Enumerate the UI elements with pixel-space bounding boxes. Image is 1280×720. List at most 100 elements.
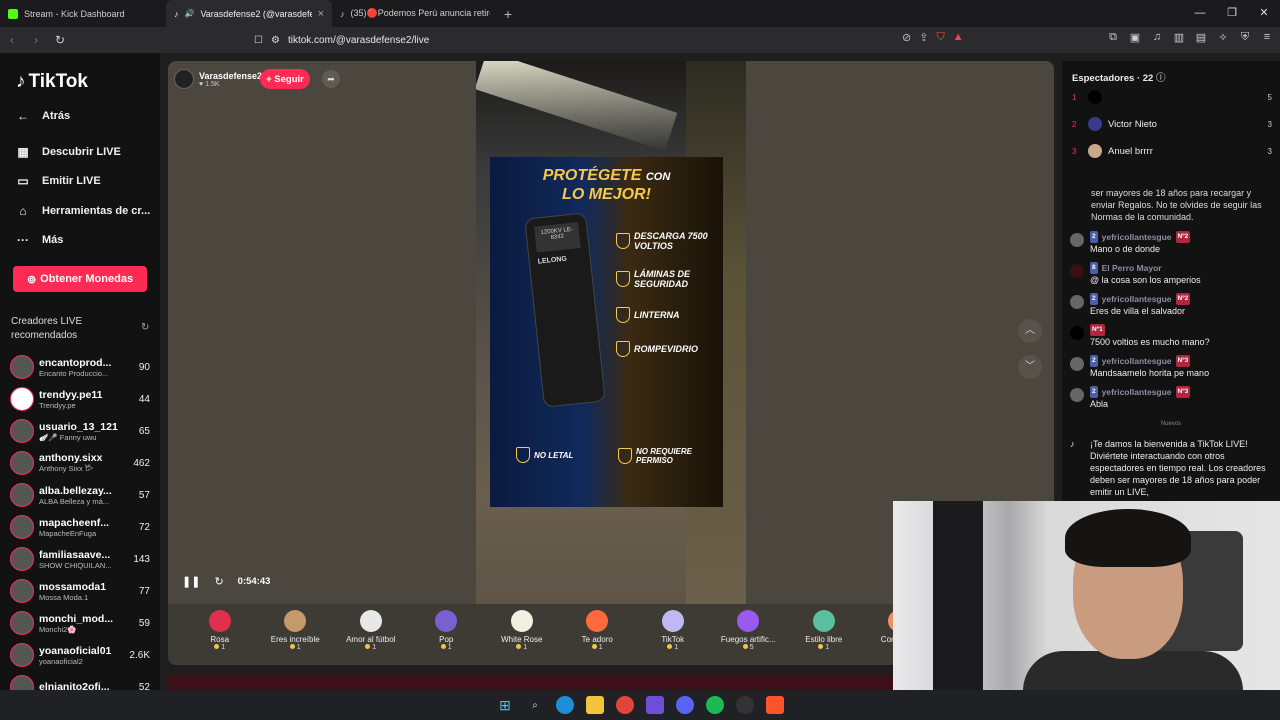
gift-item[interactable]: Amor al fútbol 1 — [333, 604, 409, 665]
home-icon: ⌂ — [19, 204, 27, 218]
viewer-row[interactable]: 3 Anuel brrrr 3 — [1072, 142, 1272, 160]
creator-subtitle: Monchi2🌸 — [39, 624, 77, 634]
avatar — [1088, 144, 1102, 158]
vpn-icon[interactable]: ⛨ — [1238, 31, 1252, 44]
host-info[interactable]: Varasdefense2 ♥ 1.5K — [174, 69, 262, 89]
search-icon[interactable]: ⌕ — [526, 696, 544, 714]
speaker-icon[interactable]: 🔊 — [185, 9, 195, 18]
creator-item[interactable]: monchi_mod... Monchi2🌸 59 — [10, 607, 150, 639]
creator-item[interactable]: encantoprod... Encanto Produccio... 90 — [10, 351, 150, 383]
site-settings-icon[interactable]: ⚙ — [271, 35, 280, 46]
forward-icon[interactable]: › — [24, 33, 48, 47]
gift-item[interactable]: Fuegos artific... 5 — [711, 604, 787, 665]
creator-item[interactable]: trendyy.pe11 Trendyy.pe 44 — [10, 383, 150, 415]
creator-item[interactable]: mossamoda1 Mossa Moda.1 77 — [10, 575, 150, 607]
host-avatar[interactable] — [174, 69, 194, 89]
creator-item[interactable]: mapacheenf... MapacheEnFuga 72 — [10, 511, 150, 543]
creator-item[interactable]: familiasaave... SHOW CHIQUILAN... 143 — [10, 543, 150, 575]
tab-youtube[interactable]: ♪ (35)🔴Podemos Perú anuncia retiro c... — [332, 0, 498, 27]
sidebar-item-back[interactable]: ← Atrás — [16, 109, 70, 123]
chevron-up-icon[interactable]: ︿ — [1018, 319, 1042, 343]
pause-icon[interactable]: ❚❚ — [182, 575, 200, 588]
chat-username[interactable]: yefricollantesgue — [1102, 231, 1172, 243]
creator-subtitle: 🪽🎤 Fanny uwu — [39, 432, 97, 442]
creator-item[interactable]: anthony.sixx Anthony Sixx 𐂂 462 — [10, 447, 150, 479]
sidebar-item-more[interactable]: ··· Más — [16, 233, 63, 247]
share-icon[interactable]: ➦ — [322, 70, 340, 88]
windows-start-icon[interactable]: ⊞ — [496, 696, 514, 714]
sidebar-toggle-icon[interactable]: ▥ — [1172, 31, 1186, 44]
sidebar-item-go-live[interactable]: ▭ Emitir LIVE — [16, 174, 100, 188]
gift-item[interactable]: White Rose 1 — [484, 604, 560, 665]
tab-tiktok-live[interactable]: ♪ 🔊 Varasdefense2 (@varasdefen... × — [166, 0, 332, 27]
gift-item[interactable]: Te adoro 1 — [560, 604, 636, 665]
reload-icon[interactable]: ↻ — [48, 33, 72, 47]
file-explorer-icon[interactable] — [586, 696, 604, 714]
gift-item[interactable]: Pop 1 — [409, 604, 485, 665]
menu-icon[interactable]: ≡ — [1260, 31, 1274, 44]
spotify-icon[interactable] — [706, 696, 724, 714]
chat-username[interactable]: yefricollantesgue — [1102, 386, 1172, 398]
gift-name: Amor al fútbol — [346, 635, 396, 644]
chat-username[interactable]: El Perro Mayor — [1102, 262, 1162, 274]
host-name[interactable]: Varasdefense2 — [199, 71, 262, 81]
ad-feature: ROMPEVIDRIO — [616, 341, 698, 357]
screenshot-icon[interactable]: ▣ — [1128, 31, 1142, 44]
obs-icon[interactable] — [736, 696, 754, 714]
close-window-icon[interactable]: ✕ — [1248, 0, 1280, 27]
ad-title: PROTÉGETE CON LO MEJOR! — [490, 167, 723, 204]
brave-icon[interactable] — [766, 696, 784, 714]
viewer-count: 77 — [138, 585, 150, 597]
bookmark-icon[interactable]: ☐ — [254, 35, 263, 46]
close-tab-icon[interactable]: × — [318, 8, 324, 20]
edge-icon[interactable] — [556, 696, 574, 714]
share-page-icon[interactable]: ⇪ — [919, 31, 928, 44]
brave-shield-icon[interactable]: ⛉ — [936, 31, 944, 44]
fan-badge: Nº2 — [1175, 231, 1191, 243]
sidebar-item-creator-tools[interactable]: ⌂ Herramientas de cr... — [16, 204, 150, 218]
chat-username[interactable]: yefricollantesgue — [1102, 355, 1172, 367]
creator-item[interactable]: alba.bellezay... ALBA Belleza y má... 57 — [10, 479, 150, 511]
creator-item[interactable]: usuario_13_121 🪽🎤 Fanny uwu 65 — [10, 415, 150, 447]
minimize-icon[interactable]: — — [1184, 0, 1216, 27]
gift-item[interactable]: Estilo libre 1 — [786, 604, 862, 665]
creator-name: yoanaoficial01 — [39, 644, 112, 657]
extensions-icon[interactable]: ⧉ — [1106, 31, 1120, 44]
viewer-score: 3 — [1267, 119, 1272, 129]
follow-button[interactable]: + Seguir — [260, 69, 310, 89]
sidebar-item-discover-live[interactable]: ▦ Descubrir LIVE — [16, 145, 121, 159]
chat-username[interactable]: yefricollantesgue — [1102, 293, 1172, 305]
gift-price: 1 — [258, 644, 334, 651]
no-cast-icon[interactable]: ⊘ — [902, 31, 911, 44]
viewer-count: 90 — [138, 361, 150, 373]
viewer-rank: 2 — [1072, 119, 1077, 129]
wallet-icon[interactable]: ▤ — [1194, 31, 1208, 44]
live-video[interactable]: PROTÉGETE CON LO MEJOR! 1200KV LE-8342 L… — [476, 61, 746, 604]
address-bar[interactable]: ☐ ⚙ tiktok.com/@varasdefense2/live — [246, 29, 986, 51]
leo-ai-icon[interactable]: ✧ — [1216, 31, 1230, 44]
brave-rewards-icon[interactable]: ▲ — [953, 31, 964, 44]
apps-icon[interactable] — [646, 696, 664, 714]
maximize-icon[interactable]: ❐ — [1216, 0, 1248, 27]
tab-kick-dashboard[interactable]: Stream - Kick Dashboard — [0, 0, 166, 27]
discord-icon[interactable] — [676, 696, 694, 714]
viewer-row[interactable]: 15 — [1072, 88, 1272, 106]
gift-item[interactable]: TikTok 1 — [635, 604, 711, 665]
chat-panel: Espectadores · 22 ⓘ 15 2 Victor Nieto 3 3A… — [1062, 61, 1280, 501]
tiktok-logo[interactable]: ♪ TikTok — [16, 71, 88, 93]
creator-item[interactable]: yoanaoficial01 yoanaoficial2 2.6K — [10, 639, 150, 671]
refresh-icon[interactable]: ↻ — [141, 322, 149, 333]
viewer-rank: 1 — [1072, 92, 1077, 102]
chrome-icon[interactable] — [616, 696, 634, 714]
gift-item[interactable]: Rosa 1 — [182, 604, 258, 665]
gift-item[interactable]: Eres increíble 1 — [258, 604, 334, 665]
info-icon[interactable]: ⓘ — [1156, 73, 1166, 84]
creator-subtitle: SHOW CHIQUILAN... — [39, 560, 112, 570]
back-icon[interactable]: ‹ — [0, 33, 24, 47]
get-coins-button[interactable]: ⊚ Obtener Monedas — [13, 266, 147, 292]
viewer-row[interactable]: 2 Victor Nieto 3 — [1072, 115, 1272, 133]
new-tab-button[interactable]: + — [498, 6, 518, 22]
refresh-icon[interactable]: ↻ — [214, 575, 223, 588]
chevron-down-icon[interactable]: ﹀ — [1018, 355, 1042, 379]
media-icon[interactable]: ♫ — [1150, 31, 1164, 44]
